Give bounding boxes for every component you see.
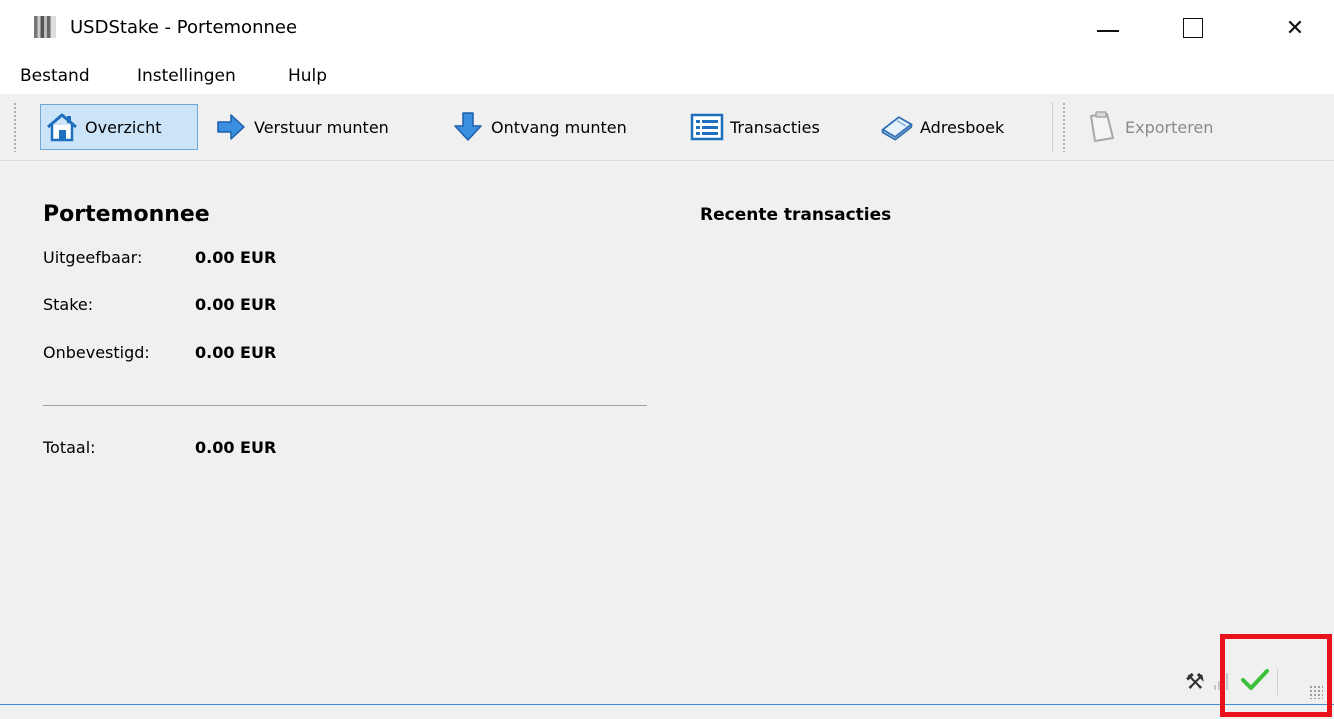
transacties-button[interactable]: Transacties	[690, 104, 820, 150]
receive-arrow-icon	[451, 110, 485, 144]
toolbar-grip[interactable]	[1062, 102, 1066, 152]
verstuur-munten-label: Verstuur munten	[254, 117, 389, 137]
clipboard-icon	[1085, 110, 1119, 144]
total-value: 0.00 EUR	[195, 438, 277, 457]
title-bar: USDStake - Portemonnee ✕	[0, 0, 1334, 58]
ontvang-munten-button[interactable]: Ontvang munten	[451, 104, 627, 150]
total-label: Totaal:	[43, 438, 96, 457]
verstuur-munten-button[interactable]: Verstuur munten	[214, 104, 389, 150]
highlight-box	[1220, 634, 1332, 717]
minimize-icon	[1097, 30, 1119, 32]
menu-instellingen[interactable]: Instellingen	[137, 66, 236, 86]
window-title: USDStake - Portemonnee	[70, 17, 298, 38]
unconfirmed-value: 0.00 EUR	[195, 343, 277, 362]
overzicht-label: Overzicht	[85, 117, 162, 137]
wallet-title: Portemonnee	[43, 202, 210, 227]
stake-value: 0.00 EUR	[195, 295, 277, 314]
maximize-icon	[1183, 18, 1203, 38]
menu-hulp[interactable]: Hulp	[288, 66, 327, 86]
home-icon	[45, 110, 79, 144]
adresboek-label: Adresboek	[920, 117, 1005, 137]
menu-bestand[interactable]: Bestand	[20, 66, 90, 86]
send-arrow-icon	[214, 110, 248, 144]
ontvang-munten-label: Ontvang munten	[491, 117, 627, 137]
exporteren-label: Exporteren	[1125, 117, 1214, 137]
toolbar: Overzicht Verstuur munten Ontvang munten	[0, 94, 1334, 161]
spendable-value: 0.00 EUR	[195, 248, 277, 267]
close-icon: ✕	[1285, 15, 1305, 41]
spendable-label: Uitgeefbaar:	[43, 248, 143, 267]
unconfirmed-label: Onbevestigd:	[43, 343, 150, 362]
maximize-button[interactable]	[1168, 8, 1218, 48]
adresboek-button[interactable]: Adresboek	[880, 104, 1004, 150]
stake-label: Stake:	[43, 295, 94, 314]
address-book-icon	[880, 110, 914, 144]
recent-transactions-title: Recente transacties	[700, 205, 892, 225]
balance-divider	[43, 405, 647, 406]
exporteren-button[interactable]: Exporteren	[1085, 104, 1213, 150]
menu-bar: Bestand Instellingen Hulp	[0, 58, 1334, 94]
transactions-list-icon	[690, 110, 724, 144]
overzicht-button[interactable]: Overzicht	[40, 104, 198, 150]
statusbar-border	[0, 704, 1334, 705]
toolbar-grip[interactable]	[13, 102, 17, 152]
toolbar-separator	[1052, 102, 1053, 152]
close-button[interactable]: ✕	[1270, 8, 1320, 48]
minimize-button[interactable]	[1083, 8, 1133, 48]
tools-icon[interactable]: ⚒	[1185, 670, 1205, 695]
transacties-label: Transacties	[730, 117, 820, 137]
app-logo-icon	[34, 16, 56, 38]
